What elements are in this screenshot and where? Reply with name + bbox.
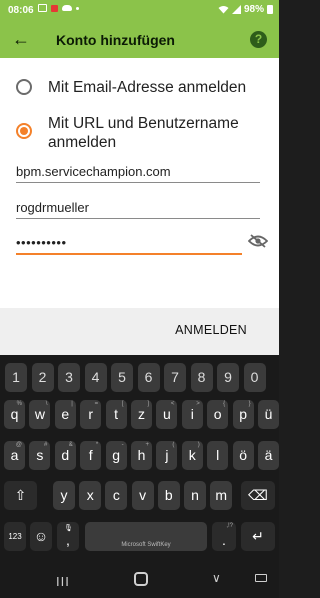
comma-key[interactable]: 🎙 ,	[57, 522, 79, 551]
page-title: Konto hinzufügen	[56, 32, 175, 48]
key-a[interactable]: @ a	[4, 441, 25, 470]
key-t[interactable]: [t	[105, 400, 127, 429]
key-u[interactable]: < u	[156, 400, 178, 429]
key-7[interactable]: 7	[164, 363, 186, 392]
help-icon[interactable]: ?	[250, 31, 267, 48]
key-y[interactable]: y	[53, 481, 75, 510]
key-r[interactable]: = r	[80, 400, 102, 429]
password-field[interactable]: ••••••••••	[16, 235, 242, 255]
key-0[interactable]: 0	[243, 363, 266, 392]
wifi-icon	[218, 6, 229, 14]
key-1[interactable]: 1	[5, 363, 27, 392]
keyboard: 1234567890 % q \ w | e = r[t] z < u > i{o} p ü @ a # s & d *…	[0, 355, 279, 562]
key-4[interactable]: 4	[84, 363, 107, 392]
key-z[interactable]: ] z	[131, 400, 152, 429]
radio-url[interactable]	[16, 123, 32, 139]
cloud-icon	[62, 5, 72, 11]
signal-icon	[231, 5, 241, 14]
key-8[interactable]: 8	[190, 363, 213, 392]
key-i[interactable]: > i	[181, 400, 203, 429]
key-x[interactable]: x	[79, 481, 102, 510]
option-email[interactable]: Mit Email-Adresse anmelden	[16, 78, 273, 97]
key-3[interactable]: 3	[58, 363, 80, 392]
shift-key[interactable]: ⇧	[4, 481, 37, 510]
emoji-key[interactable]: ☺	[30, 522, 52, 551]
button-bar: ANMELDEN	[0, 308, 279, 355]
key-5[interactable]: 5	[111, 363, 133, 392]
key-w[interactable]: \ w	[29, 400, 51, 429]
dot-icon	[76, 6, 79, 10]
url-field[interactable]: bpm.servicechampion.com	[16, 164, 260, 183]
key-l[interactable]: l	[207, 441, 229, 470]
login-form: Mit Email-Adresse anmelden Mit URL und B…	[0, 58, 279, 308]
key-6[interactable]: 6	[137, 363, 160, 392]
option-email-label: Mit Email-Adresse anmelden	[48, 79, 247, 96]
key-ü[interactable]: ü	[258, 400, 279, 429]
visibility-off-icon[interactable]	[248, 234, 268, 248]
backspace-key[interactable]: ⌫	[241, 481, 275, 510]
period-key[interactable]: ,!? .	[212, 522, 236, 551]
nav-bar: III ∨	[0, 562, 279, 598]
app-bar: ← Konto hinzufügen ?	[0, 22, 279, 58]
enter-key[interactable]: ↵	[241, 522, 275, 551]
keyboard-icon[interactable]	[255, 574, 267, 582]
key-n[interactable]: n	[184, 481, 206, 510]
key-b[interactable]: b	[157, 481, 180, 510]
login-button[interactable]: ANMELDEN	[175, 323, 247, 337]
radio-email[interactable]	[16, 79, 32, 95]
key-f[interactable]: * f	[80, 441, 102, 470]
key-m[interactable]: m	[210, 481, 233, 510]
image-icon	[38, 4, 47, 12]
key-2[interactable]: 2	[31, 363, 54, 392]
mic-icon: 🎙	[64, 525, 73, 532]
key-h[interactable]: + h	[131, 441, 152, 470]
username-field[interactable]: rogdrmueller	[16, 200, 260, 219]
status-time: 08:06	[8, 5, 34, 16]
nav-back-icon[interactable]: ∨	[212, 571, 221, 585]
key-k[interactable]: ) k	[181, 441, 203, 470]
option-url-label: Mit URL und Benutzername anmelden	[48, 115, 239, 151]
battery-percent: 98%	[243, 4, 264, 15]
option-url[interactable]: Mit URL und Benutzername anmelden	[16, 114, 273, 152]
system-icons: 98%	[218, 4, 273, 15]
recent-apps-icon[interactable]: III	[56, 574, 70, 589]
key-d[interactable]: & d	[54, 441, 76, 470]
key-p[interactable]: } p	[232, 400, 254, 429]
key-o[interactable]: {o	[207, 400, 229, 429]
key-q[interactable]: % q	[4, 400, 25, 429]
key-j[interactable]: (j	[156, 441, 178, 470]
status-bar: 08:06 98%	[0, 0, 279, 22]
back-arrow-icon[interactable]: ←	[12, 30, 30, 48]
key-ä[interactable]: ä	[258, 441, 279, 470]
space-key[interactable]: Microsoft SwiftKey	[85, 522, 207, 551]
key-e[interactable]: | e	[54, 400, 76, 429]
key-g[interactable]: -g	[105, 441, 127, 470]
home-icon[interactable]	[134, 572, 148, 586]
key-s[interactable]: # s	[29, 441, 51, 470]
notification-icons	[38, 4, 79, 12]
key-9[interactable]: 9	[217, 363, 239, 392]
red-app-icon	[51, 4, 58, 12]
key-ö[interactable]: ö	[232, 441, 254, 470]
symbols-key[interactable]: 123	[4, 522, 26, 551]
key-c[interactable]: c	[105, 481, 128, 510]
battery-icon	[267, 5, 273, 14]
key-v[interactable]: v	[131, 481, 154, 510]
